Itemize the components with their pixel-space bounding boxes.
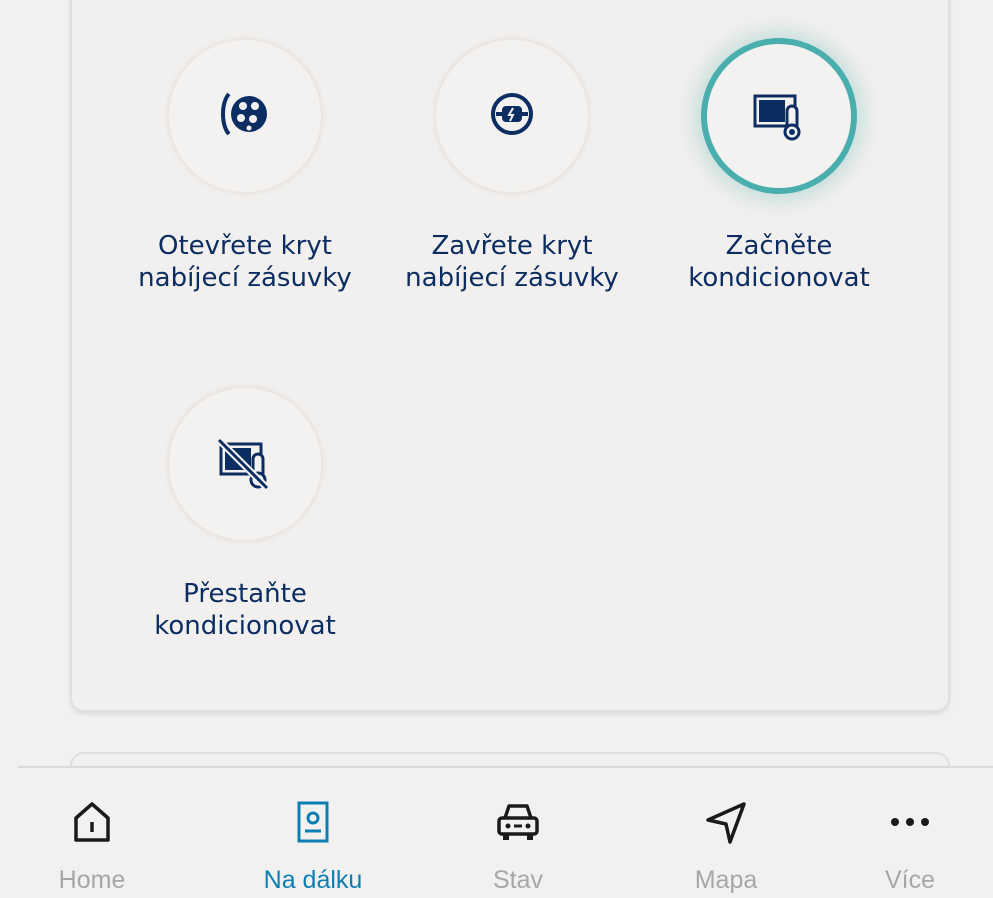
action-label: Přestaňte kondicionovat (154, 579, 336, 641)
nav-item-more[interactable]: Více (830, 802, 990, 895)
nav-item-status[interactable]: Stav (438, 802, 598, 895)
bottom-navigation: Home Na dálku Stav Mapa Více (18, 766, 993, 898)
close-charge-port-button[interactable] (434, 38, 590, 194)
nav-label: Home (58, 866, 126, 894)
nav-label: Stav (492, 866, 544, 894)
charge-port-close-icon (482, 84, 542, 148)
nav-label: Více (884, 866, 936, 894)
nav-label: Mapa (694, 866, 758, 894)
action-label: Zavřete kryt nabíjecí zásuvky (405, 231, 619, 293)
more-dots-icon (887, 800, 933, 848)
nav-item-remote[interactable]: Na dálku (233, 800, 393, 895)
remote-icon (296, 800, 330, 848)
open-charge-port-button[interactable] (167, 38, 323, 194)
nav-item-map[interactable]: Mapa (646, 802, 806, 895)
climate-start-icon (747, 84, 811, 148)
climate-stop-icon (213, 432, 277, 496)
action-close-charge-port[interactable]: Zavřete kryt nabíjecí zásuvky (382, 38, 642, 294)
action-label: Začněte kondicionovat (688, 231, 870, 293)
nav-item-home[interactable]: Home (12, 802, 172, 895)
page: Otevřete kryt nabíjecí zásuvky Zavřete k… (0, 0, 993, 898)
stop-climate-button[interactable] (167, 386, 323, 542)
charge-port-open-icon (215, 84, 275, 148)
action-stop-climate[interactable]: Přestaňte kondicionovat (115, 386, 375, 642)
navigation-arrow-icon (704, 800, 748, 848)
start-climate-button[interactable] (701, 38, 857, 194)
action-label: Otevřete kryt nabíjecí zásuvky (138, 231, 352, 293)
action-open-charge-port[interactable]: Otevřete kryt nabíjecí zásuvky (115, 38, 375, 294)
nav-label: Na dálku (263, 866, 363, 894)
action-start-climate[interactable]: Začněte kondicionovat (649, 38, 909, 294)
home-icon (72, 800, 112, 848)
car-icon (495, 800, 541, 848)
